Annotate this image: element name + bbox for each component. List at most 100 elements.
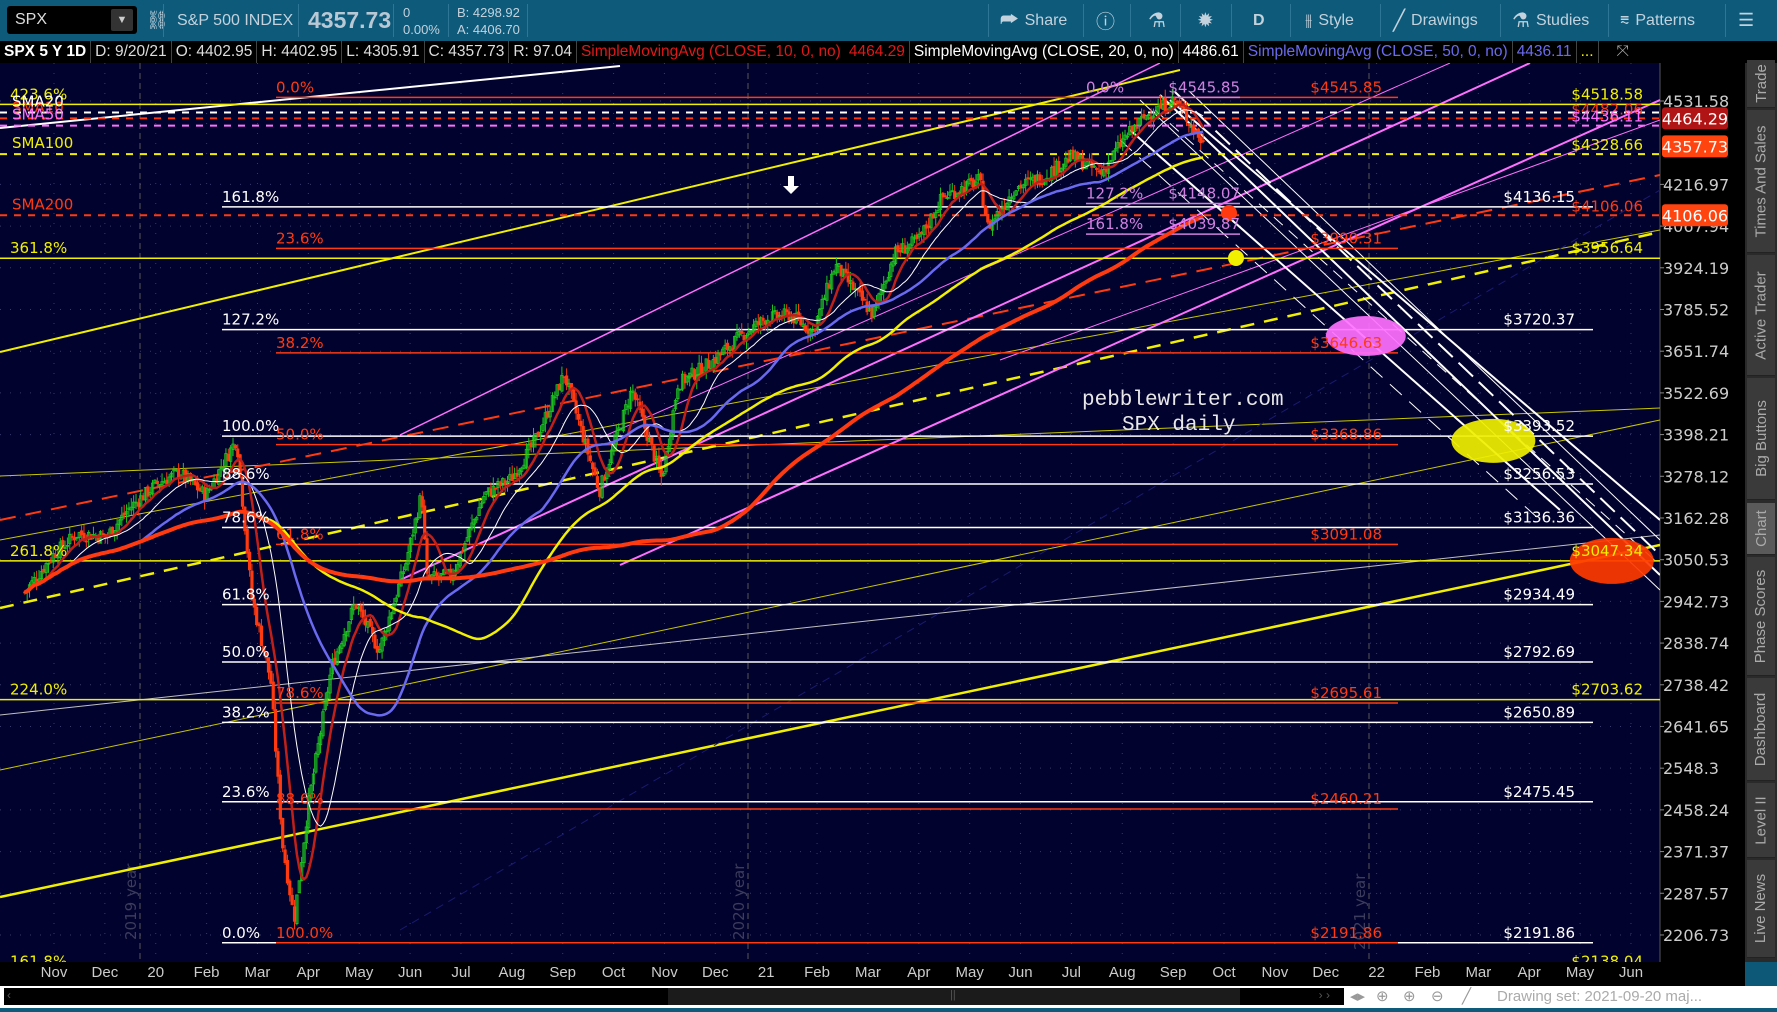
candle <box>420 496 424 508</box>
pan-icon[interactable]: ◂▸ <box>1350 987 1365 1005</box>
candle <box>368 618 372 627</box>
fib-yellow-pct-label: 161.8% <box>10 953 67 962</box>
x-tick-label: Feb <box>1414 964 1441 981</box>
fib-white-pct-label: 161.8% <box>222 188 279 206</box>
fib-red-price-label: $4545.85 <box>1310 78 1382 96</box>
x-tick-label: Oct <box>601 964 626 981</box>
crosshair-icon[interactable]: ⊕ <box>1376 987 1389 1005</box>
chevron-down-icon[interactable]: ▼ <box>111 9 133 31</box>
flask-icon[interactable]: ⚗ <box>1148 0 1166 41</box>
candle <box>285 860 290 884</box>
aggregation-button[interactable]: D <box>1253 0 1265 41</box>
menu-icon[interactable]: ☰ <box>1738 0 1754 41</box>
fib-red-pct-label: 0.0% <box>276 78 314 96</box>
fib-white-pct-label: 78.6% <box>222 509 270 527</box>
more-studies[interactable]: ... <box>1577 41 1599 63</box>
sma-level-name: SMA50 <box>12 106 64 124</box>
candle <box>146 486 150 497</box>
patterns-button[interactable]: ⩳ Patterns <box>1620 0 1695 41</box>
chart-area[interactable]: 2019 year 2020 year 2021 year 161.8% $4136.… <box>0 63 1745 962</box>
patterns-icon: ⩳ <box>1620 11 1630 29</box>
fib-red-pct-label: 100.0% <box>276 924 333 942</box>
share-button[interactable]: ⮫ Share <box>1000 0 1067 41</box>
percent-change: 0.00% <box>403 21 440 37</box>
candle <box>247 551 252 571</box>
candle-icon: ⫵ <box>1305 11 1313 29</box>
collapse-icon[interactable]: ⤧ <box>1613 41 1633 63</box>
bid-price: B: 4298.92 <box>457 4 520 20</box>
draw-line-icon[interactable]: ╱ <box>1462 987 1471 1005</box>
fib-white-pct-label: 61.8% <box>222 586 270 604</box>
fib-red-price-label: $3646.63 <box>1310 334 1382 352</box>
drawing-set-selector[interactable]: Drawing set: 2021-09-20 maj... <box>1497 988 1702 1005</box>
sma50-study[interactable]: SimpleMovingAvg (CLOSE, 50, 0, no) <box>1244 41 1513 63</box>
candle <box>290 894 294 905</box>
candle <box>276 751 280 777</box>
symbol-description: S&P 500 INDEX <box>177 11 294 29</box>
price-badge-label: 4464.29 <box>1662 109 1728 128</box>
y-tick-label: 2548.3 <box>1663 759 1719 778</box>
zoom-in-icon[interactable]: ⊕ <box>1403 987 1416 1005</box>
candle <box>572 389 576 401</box>
candle <box>983 205 988 216</box>
sidebar-tab-big-buttons[interactable]: Big Buttons <box>1747 378 1775 500</box>
x-tick-label: Nov <box>1261 964 1289 981</box>
scrollbar-thumb[interactable]: || <box>668 988 1240 1005</box>
net-change: 0 <box>403 4 411 20</box>
sma20-study[interactable]: SimpleMovingAvg (CLOSE, 20, 0, no) <box>910 41 1179 63</box>
sidebar-tab-label: Times And Sales <box>1752 125 1770 237</box>
chart-scrollbar[interactable]: ‹ || › › <box>4 988 1344 1005</box>
studies-button[interactable]: ⚗ Studies <box>1512 0 1589 41</box>
drawings-label: Drawings <box>1411 11 1478 29</box>
sidebar-tab-dashboard[interactable]: Dashboard <box>1747 678 1775 781</box>
link-icon[interactable]: ⛓ <box>146 0 169 41</box>
sidebar-tab-label: Dashboard <box>1752 692 1770 766</box>
sidebar-tab-trade[interactable]: Trade <box>1747 60 1775 108</box>
fib-violet-price-label: $4148.07 <box>1168 184 1240 202</box>
price-chart[interactable]: 2019 year 2020 year 2021 year 161.8% $4136.… <box>0 63 1745 962</box>
style-button[interactable]: ⫵ Style <box>1305 0 1354 41</box>
sidebar-tab-phase-scores[interactable]: Phase Scores <box>1747 557 1775 676</box>
fib-white-price-label: $2792.69 <box>1503 643 1575 661</box>
x-tick-label: Dec <box>1312 964 1340 981</box>
candle <box>761 317 765 321</box>
zoom-out-icon[interactable]: ⊖ <box>1431 987 1444 1005</box>
sidebar-tab-label: Big Buttons <box>1752 400 1770 477</box>
x-tick-label: Mar <box>854 964 881 981</box>
candle <box>177 468 181 479</box>
candle <box>785 309 789 312</box>
x-tick-label: Jun <box>1008 964 1033 981</box>
y-tick-label: 2458.24 <box>1663 801 1729 820</box>
candle <box>1201 140 1205 142</box>
fib-red-pct-label: 88.6% <box>276 790 324 808</box>
sidebar-tab-level-ii[interactable]: Level II <box>1747 783 1775 858</box>
fib-white-price-label: $3720.37 <box>1503 311 1575 329</box>
sma10-study[interactable]: SimpleMovingAvg (CLOSE, 10, 0, no) <box>577 41 845 63</box>
fib-white-price-label: $2191.86 <box>1503 924 1575 942</box>
scroll-right-icon[interactable]: › › <box>1319 988 1330 1002</box>
scroll-left-icon[interactable]: ‹ <box>7 988 11 1002</box>
candle <box>650 436 654 446</box>
info-icon[interactable]: ⓘ <box>1096 0 1115 41</box>
sidebar-tab-chart[interactable]: Chart <box>1747 503 1775 555</box>
top-toolbar: SPX ▼ ⛓ S&P 500 INDEX 4357.73 0 0.00% B: 4… <box>0 0 1777 41</box>
candle <box>1163 97 1167 112</box>
fib-yellow-pct-label: 361.8% <box>10 239 67 257</box>
year-label: 2020 year <box>730 863 748 940</box>
fib-white-price-label: $2650.89 <box>1503 703 1575 721</box>
y-tick-label: 3522.69 <box>1663 384 1729 403</box>
sidebar-tab-times-and-sales[interactable]: Times And Sales <box>1747 110 1775 253</box>
studies-label: Studies <box>1535 11 1590 29</box>
sidebar-tab-live-news[interactable]: Live News <box>1747 860 1775 958</box>
bar-high: H: 4402.95 <box>257 41 343 63</box>
x-tick-label: Jul <box>1061 964 1081 981</box>
symbol-selector[interactable]: SPX ▼ <box>7 6 137 34</box>
gear-icon[interactable]: ✹ <box>1197 0 1214 41</box>
fib-yellow-price-label: $3956.64 <box>1571 239 1643 257</box>
drawings-button[interactable]: ╱ Drawings <box>1393 0 1478 41</box>
y-tick-label: 3278.12 <box>1663 467 1729 486</box>
x-tick-label: May <box>955 964 984 981</box>
sidebar-tab-active-trader[interactable]: Active Trader <box>1747 255 1775 376</box>
x-tick-label: Nov <box>651 964 678 981</box>
x-tick-label: Apr <box>1517 964 1541 981</box>
